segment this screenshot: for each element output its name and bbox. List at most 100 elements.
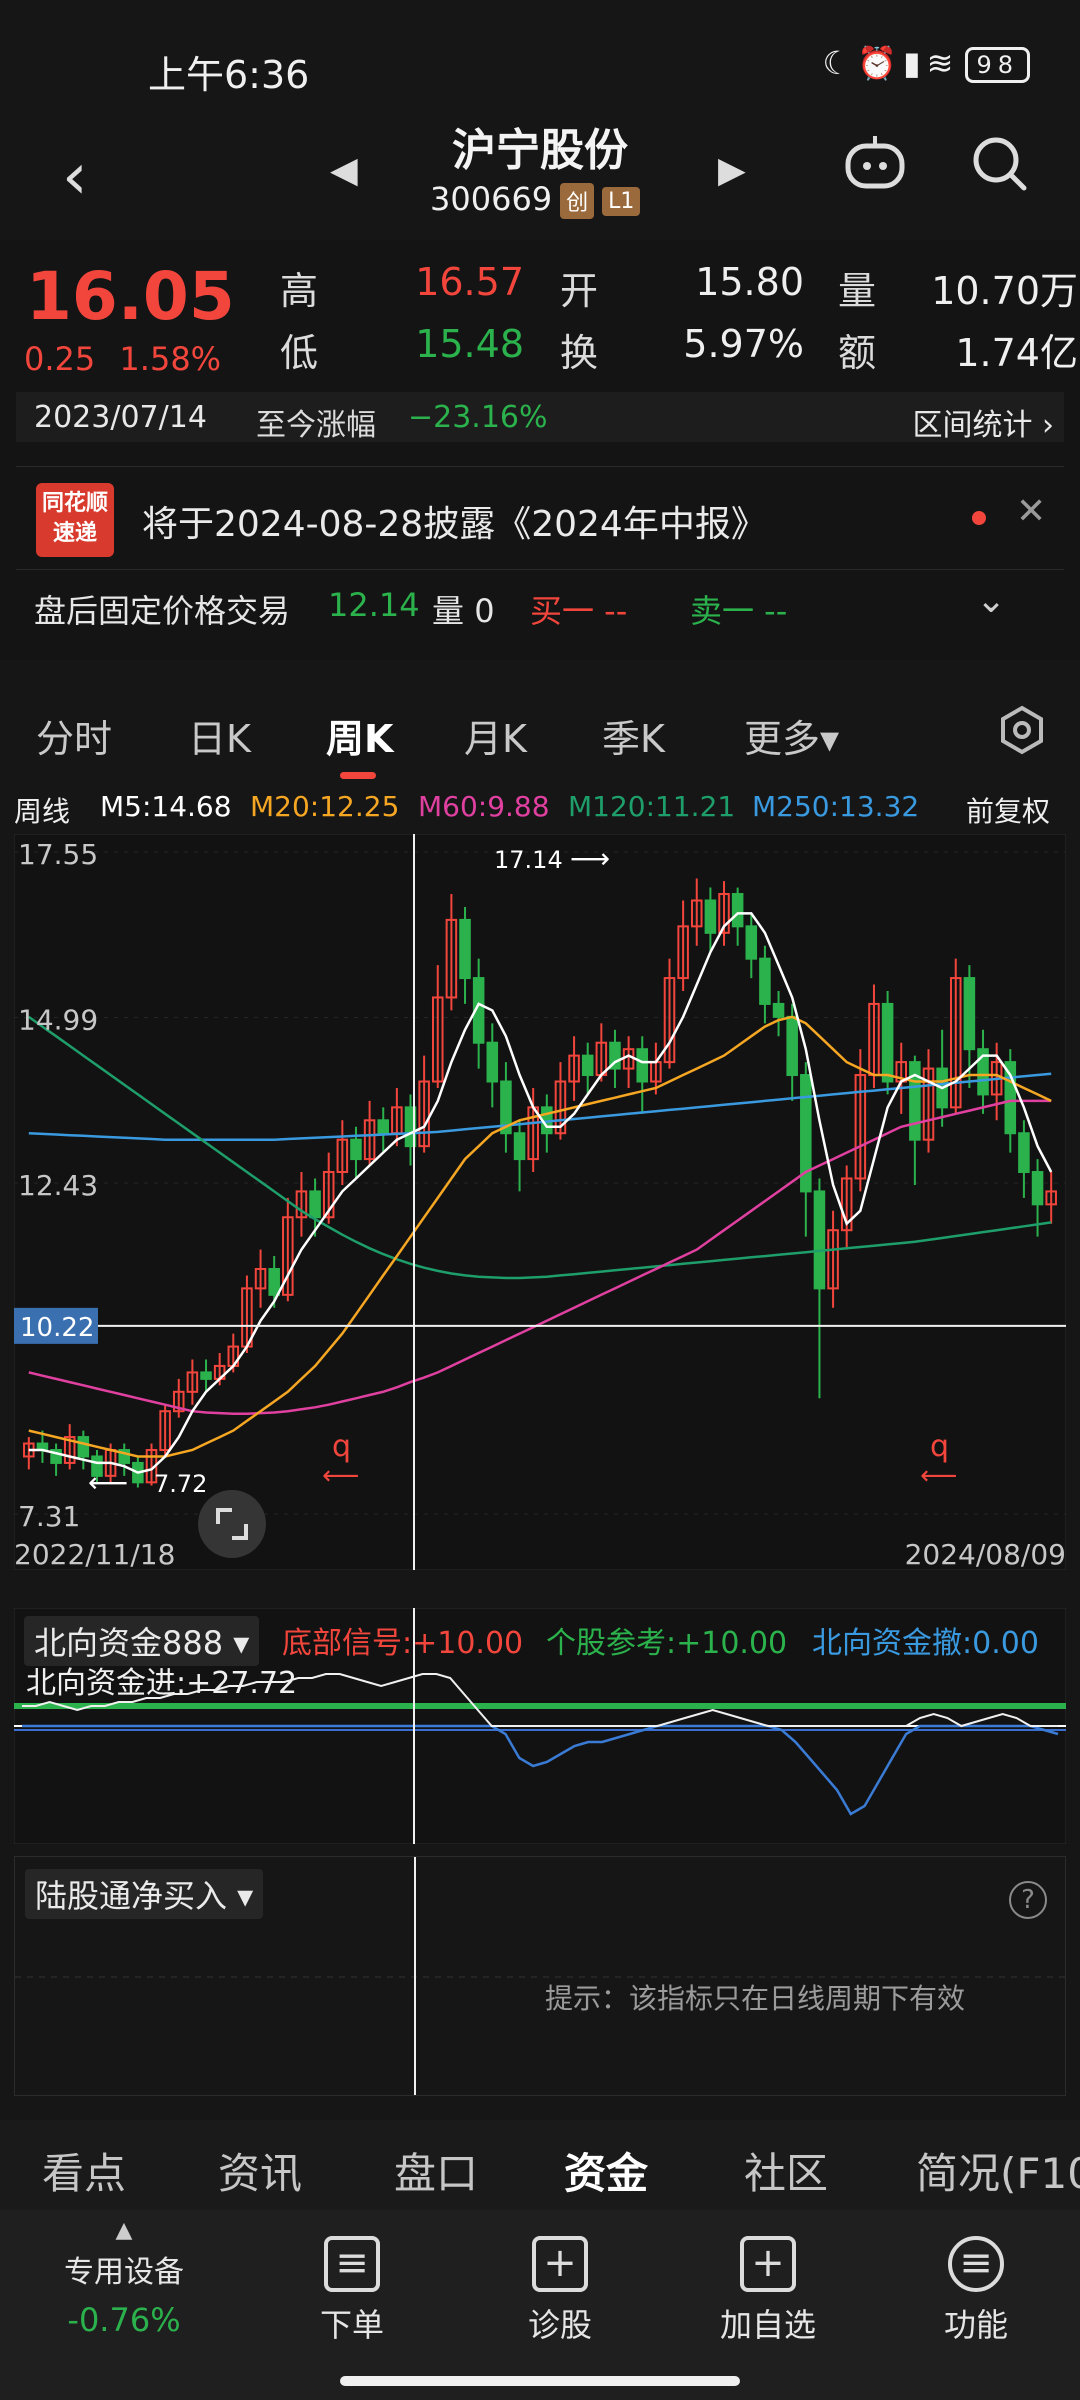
tab-daily-k[interactable]: 日K [188,708,251,763]
kline-chart[interactable]: 17.55 14.99 12.43 7.31 10.22 17.14 ⟶ 7.72 ⟵… [14,834,1066,1570]
tab-weekly-k[interactable]: 周K [326,708,393,763]
stock-header: ‹ ◀ 沪宁股份 300669 创 L1 ▶ [0,100,1080,236]
ths-news-logo: 同花顺 速递 [36,483,114,557]
indicator-select-hk-connect[interactable]: 陆股通净买入 ▾ [25,1869,264,1919]
info-tabs: 看点 资讯 盘口 资金 社区 简况(F10 [0,2120,1080,2210]
ma-legend: 周线 M5:14.68 M20:12.25 M60:9.88 M120:11.2… [0,786,1080,828]
tab-highlights[interactable]: 看点 [42,2140,126,2201]
adjust-mode[interactable]: 前复权 [966,790,1050,830]
volume-value: 10.70万 [931,269,1078,313]
stock-code-row: 300669 创 L1 [430,180,641,219]
add-icon: + [740,2236,796,2292]
home-indicator [340,2376,740,2386]
unread-dot-icon [972,511,986,525]
change-percent: 1.58% [119,340,222,378]
candle-body [459,918,471,980]
after-hours-volume: 量 0 [432,592,495,630]
candle-body [745,925,758,960]
bottom-signal: 底部信号:+10.00 [282,1626,524,1661]
candle-body [309,1190,321,1219]
high-label: 高 [280,269,319,313]
robot-icon[interactable] [842,130,908,196]
candle-body [813,1190,826,1290]
settings-icon[interactable] [996,704,1048,756]
battery-icon: 98 [965,47,1030,83]
q-marker: q [930,1429,949,1464]
open-label: 开 [560,269,599,313]
indicator-hint: 提示：该指标只在日线周期下有效 [545,1982,966,2015]
tab-f10[interactable]: 简况(F10 [916,2140,1080,2201]
candle-body [377,1119,390,1135]
next-stock-button[interactable]: ▶ [718,150,746,191]
add-favorite-label: 加自选 [719,2306,816,2344]
after-hours-row[interactable]: 盘后固定价格交易 12.14 量 0 买一 -- 卖一 -- ⌄ [16,580,1064,640]
close-icon[interactable]: ✕ [1016,491,1046,532]
range-row[interactable]: 2023/07/14 至今涨幅 −23.16% 区间统计 › [16,392,1064,444]
tab-capital[interactable]: 资金 [564,2140,648,2201]
turnover-label: 换 [560,331,599,375]
tab-orderbook[interactable]: 盘口 [394,2140,478,2201]
help-icon[interactable]: ? [1009,1881,1047,1919]
level-tag: L1 [602,186,641,216]
caret-up-icon: ▲ [115,2218,133,2243]
stock-reference: 个股参考:+10.00 [546,1626,788,1661]
since-change-label: 至今涨幅 [256,408,376,443]
candle-body [513,1132,526,1161]
menu-icon: ≡ [948,2236,1004,2292]
chevron-down-icon[interactable]: ⌄ [976,580,1006,621]
high-value: 16.57 [415,260,524,304]
min-arrow: ⟵ [88,1466,128,1499]
tab-quarterly-k[interactable]: 季K [602,708,665,763]
min-price-label: 7.72 [154,1470,207,1498]
ma60-label: M60:9.88 [418,790,550,823]
north-capital-out: 北向资金撤:0.00 [812,1626,1039,1661]
q-arrow: ⟵ [920,1461,957,1491]
diagnose-button[interactable]: + 诊股 [480,2210,640,2346]
ma120-label: M120:11.21 [568,790,736,823]
search-icon[interactable] [970,134,1030,194]
wifi-icon: ≋ [926,44,960,82]
order-button[interactable]: ≡ 下单 [272,2210,432,2346]
tab-intraday[interactable]: 分时 [36,708,112,763]
moon-icon: ☾ [822,44,858,82]
candle-body [881,1002,894,1083]
x-end-date: 2024/08/09 [905,1538,1066,1570]
tab-news[interactable]: 资讯 [218,2140,302,2201]
ask1: 卖一 -- [690,592,788,630]
period-label: 周线 [14,795,71,828]
fullscreen-icon[interactable] [198,1490,266,1558]
candle-body [486,1041,499,1083]
north-capital-panel[interactable]: 北向资金888 ▾ 底部信号:+10.00 个股参考:+10.00 北向资金撤:… [14,1608,1066,1844]
candle-body [786,1015,798,1077]
candle-body [731,893,744,928]
north-capital-in: 北向资金进:+27.72 [26,1666,298,1701]
candle-body [77,1436,90,1458]
sector-button[interactable]: ▲ 专用设备 -0.76% [44,2210,204,2339]
y-tick-label: 17.55 [18,838,98,871]
candle-body [704,899,717,934]
since-change-value: −23.16% [408,400,548,435]
after-hours-label: 盘后固定价格交易 [34,592,291,630]
ma20-label: M20:12.25 [250,790,400,823]
tab-more[interactable]: 更多▾ [744,708,839,763]
candle-body [350,1138,362,1161]
volume-label: 量 [838,269,877,313]
candle-body [1031,1171,1044,1206]
tab-community[interactable]: 社区 [744,2140,828,2201]
alarm-icon: ⏰ [857,44,904,82]
q-marker: q [332,1429,351,1464]
ma5-label: M5:14.68 [100,790,232,823]
add-favorite-button[interactable]: + 加自选 [688,2210,848,2346]
candle-body [1018,1132,1030,1174]
candle-body [963,977,976,1051]
quote-panel: 16.05 0.25 1.58% 高 16.57 低 15.48 开 15.80… [0,240,1080,660]
range-stat-button[interactable]: 区间统计 › [912,400,1054,444]
news-banner[interactable]: 同花顺 速递 将于2024-08-28披露《2024年中报》 ✕ [16,466,1064,570]
active-tab-indicator [340,772,376,779]
last-price: 16.05 [26,258,235,335]
range-start-date: 2023/07/14 [34,400,207,435]
function-button[interactable]: ≡ 功能 [896,2210,1056,2346]
order-label: 下单 [319,2306,384,2344]
hk-connect-panel[interactable]: 陆股通净买入 ▾ ? 提示：该指标只在日线周期下有效 [14,1856,1066,2096]
tab-monthly-k[interactable]: 月K [464,708,527,763]
